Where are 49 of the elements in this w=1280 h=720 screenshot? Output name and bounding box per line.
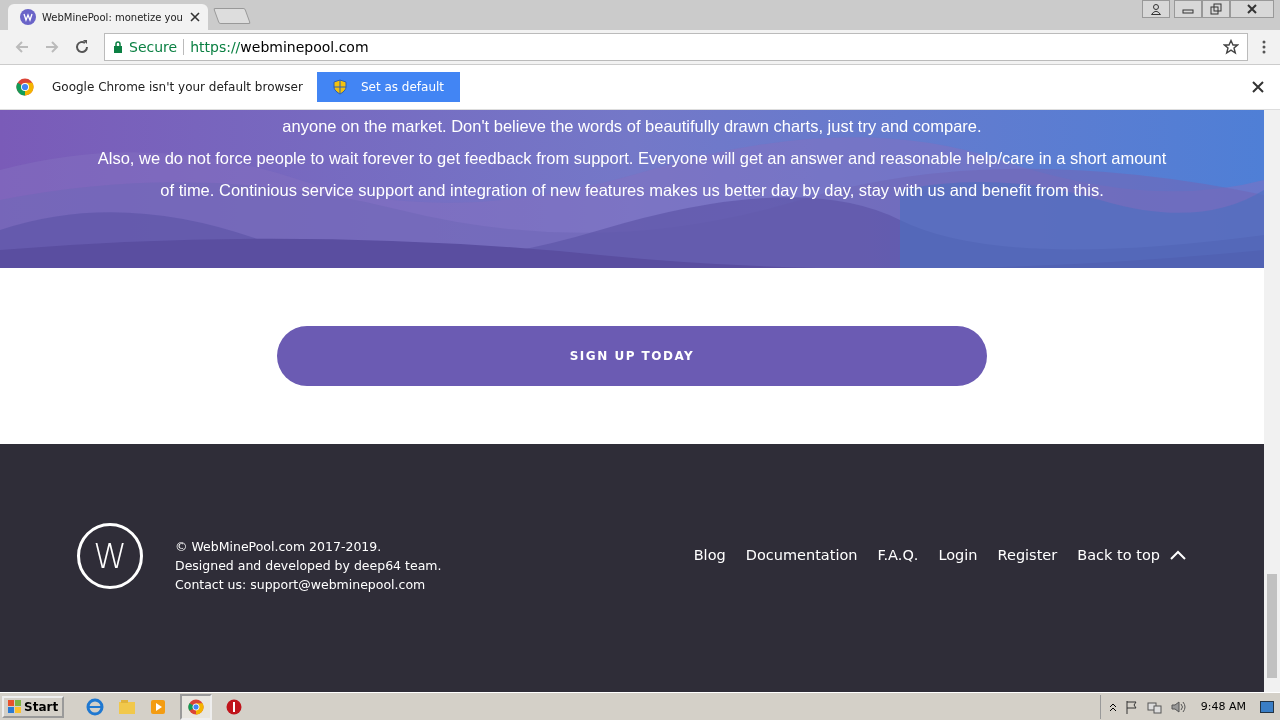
- lock-icon: [113, 41, 123, 53]
- footer-info-text: © WebMinePool.com 2017-2019.: [175, 538, 383, 556]
- close-button[interactable]: [1230, 0, 1274, 18]
- footer-info-text: Designed and developed by deep64 team.: [175, 557, 442, 575]
- back-to-top-link[interactable]: Back to top: [1077, 547, 1186, 563]
- speaker-icon[interactable]: [1170, 699, 1187, 714]
- footer-link[interactable]: Blog: [693, 547, 726, 563]
- tab-title: WebMinePool: monetize you: [42, 11, 184, 23]
- browser-tab[interactable]: WebMinePool: monetize you: [8, 4, 208, 30]
- footer-link[interactable]: Register: [997, 547, 1058, 563]
- show-desktop-icon[interactable]: [1260, 700, 1274, 713]
- chrome-logo-icon: [188, 698, 205, 715]
- close-tab-icon[interactable]: [190, 12, 200, 22]
- hero-text-line: anyone on the market. Don't believe the words of beautifully drawn charts, just try and compare.: [281, 116, 983, 137]
- footer-info-text: Contact us: support@webminepool.com: [175, 576, 427, 594]
- chrome-taskbar-button[interactable]: [180, 693, 213, 720]
- chevron-up-icon[interactable]: [1108, 701, 1117, 712]
- chrome-logo-icon: [16, 78, 34, 96]
- scrollbar-thumb[interactable]: [1267, 574, 1277, 678]
- set-default-button[interactable]: Set as default: [316, 72, 461, 102]
- footer-link[interactable]: F.A.Q.: [877, 547, 919, 563]
- address-bar[interactable]: Secure https://webminepool.com: [104, 33, 1248, 61]
- flag-icon[interactable]: [1124, 699, 1139, 714]
- hero-text-line: Also, we do not force people to wait forever to get feedback from support. Everyone will get an answer and reasonable help/care in a short amount: [96, 148, 1168, 169]
- scrollbar[interactable]: [1264, 110, 1280, 692]
- footer-link[interactable]: Documentation: [745, 547, 858, 563]
- menu-icon[interactable]: [1262, 40, 1266, 54]
- logo: W: [77, 523, 143, 589]
- chevron-up-icon: [1170, 550, 1186, 560]
- stop-sign-icon[interactable]: [226, 698, 243, 715]
- clock[interactable]: 9:48 AM: [1200, 700, 1246, 713]
- profile-icon[interactable]: [1142, 0, 1170, 18]
- favicon-icon: [20, 9, 36, 25]
- footer-link[interactable]: Login: [938, 547, 978, 563]
- restore-icon: [1210, 3, 1222, 15]
- start-button[interactable]: Start: [2, 695, 65, 718]
- star-icon[interactable]: [1223, 39, 1239, 55]
- url-text: https://webminepool.com: [190, 39, 369, 55]
- default-browser-message: Google Chrome isn't your default browser: [52, 80, 303, 94]
- close-icon: [1246, 3, 1258, 15]
- network-icon[interactable]: [1146, 699, 1163, 714]
- hero-text-line: of time. Continious service support and integration of new features makes us better day by day, stay with us and benefit from this.: [159, 180, 1105, 201]
- sign-up-button[interactable]: SIGN UP TODAY: [277, 326, 987, 386]
- close-icon[interactable]: [1252, 81, 1264, 93]
- restore-button[interactable]: [1202, 0, 1230, 18]
- windows-logo-icon: [8, 699, 22, 714]
- secure-label: Secure: [129, 39, 178, 55]
- reload-icon[interactable]: [74, 39, 90, 55]
- shield-icon: [332, 79, 347, 95]
